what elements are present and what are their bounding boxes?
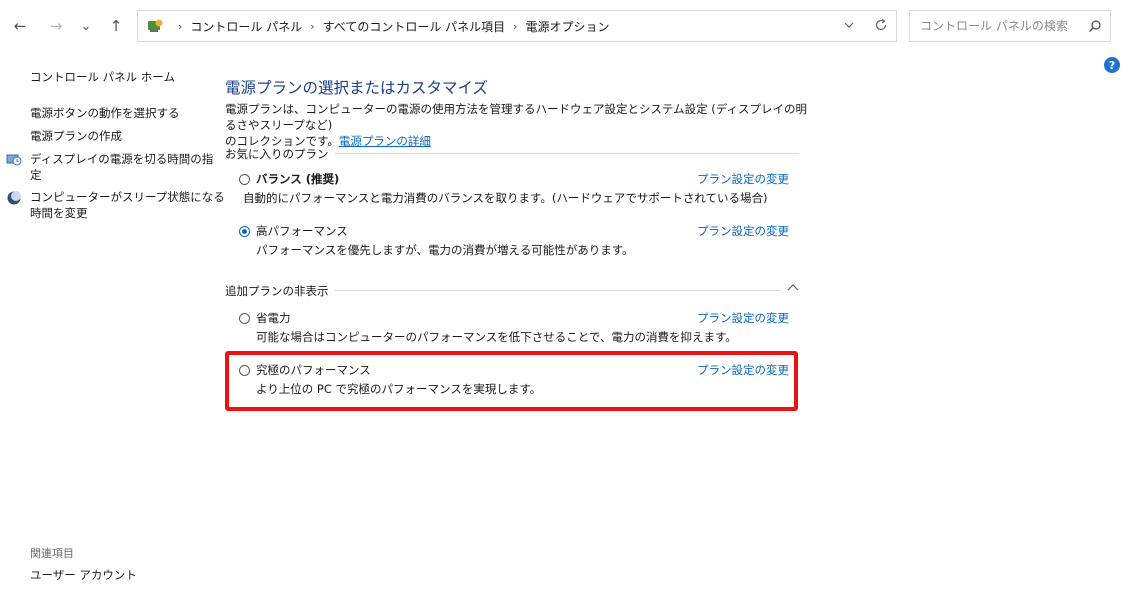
sidebar-create-plan-link[interactable]: 電源プランの作成 [30,128,122,144]
breadcrumb-control-panel[interactable]: コントロール パネル [190,18,302,35]
sidebar-sleep-link[interactable]: コンピューターがスリープ状態になる 時間を変更 [30,189,225,221]
breadcrumb-separator: › [310,19,315,33]
plan-ultimate-performance-name: 究極のパフォーマンス [256,363,371,377]
search-input[interactable] [918,18,1082,34]
plan-balanced-name: バランス (推奨) [256,172,340,186]
related-items-title: 関連項目 [30,547,74,560]
moon-sleep-icon [6,190,22,206]
plan-power-saver-desc: 可能な場合はコンピューターのパフォーマンスを低下させることで、電力の消費を抑えま… [256,330,737,344]
control-panel-icon [146,17,164,35]
refresh-icon[interactable] [874,18,888,35]
sidebar-display-off-link[interactable]: ディスプレイの電源を切る時間の指 定 [30,151,213,183]
breadcrumb-separator: › [178,19,183,33]
plan-power-saver-change-link[interactable]: プラン設定の変更 [697,310,789,326]
power-plan-details-link[interactable]: 電源プランの詳細 [339,134,431,148]
chevron-up-icon[interactable] [787,283,799,296]
breadcrumb: › コントロール パネル › すべてのコントロール パネル項目 › 電源オプショ… [172,18,610,35]
sidebar-choose-power-button-link[interactable]: 電源ボタンの動作を選択する [30,105,180,121]
recent-locations-button[interactable]: ⌄ [74,14,98,38]
plan-power-saver-radio[interactable] [239,313,250,324]
address-dropdown-icon[interactable] [844,20,854,33]
help-icon[interactable]: ? [1104,57,1120,73]
plan-balanced-change-link[interactable]: プラン設定の変更 [697,171,789,187]
sidebar-display-off-line1: ディスプレイの電源を切る時間の指 [30,152,214,166]
plan-high-performance-name: 高パフォーマンス [256,224,348,238]
page-title: 電源プランの選択またはカスタマイズ [225,79,489,97]
plan-ultimate-performance-desc: より上位の PC で究極のパフォーマンスを実現します。 [256,382,542,396]
hidden-plans-label[interactable]: 追加プランの非表示 [225,283,335,299]
search-box[interactable] [909,10,1111,42]
plan-high-performance-change-link[interactable]: プラン設定の変更 [697,223,789,239]
favorites-label: お気に入りのプラン [225,146,335,162]
user-accounts-link[interactable]: ユーザー アカウント [30,567,137,583]
sidebar-home-link[interactable]: コントロール パネル ホーム [30,69,175,85]
sidebar-sleep-line2: 時間を変更 [30,206,88,220]
breadcrumb-power-options[interactable]: 電源オプション [526,18,610,35]
plan-balanced-desc: 自動的にパフォーマンスと電力消費のバランスを取ります。(ハードウェアでサポートさ… [243,191,768,205]
page-description: 電源プランは、コンピューターの電源の使用方法を管理するハードウェア設定とシステム… [225,101,815,149]
up-button[interactable]: ↑ [104,14,128,38]
plan-high-performance-desc: パフォーマンスを優先しますが、電力の消費が増える可能性があります。 [256,243,634,257]
address-bar[interactable]: › コントロール パネル › すべてのコントロール パネル項目 › 電源オプショ… [137,10,897,42]
breadcrumb-separator: › [513,19,518,33]
plan-ultimate-performance-change-link[interactable]: プラン設定の変更 [697,362,789,378]
breadcrumb-all-items[interactable]: すべてのコントロール パネル項目 [323,18,506,35]
forward-button[interactable]: → [44,14,68,38]
search-icon[interactable] [1088,19,1102,36]
plan-high-performance-radio[interactable] [239,226,250,237]
sidebar-sleep-line1: コンピューターがスリープ状態になる [30,190,225,204]
plan-balanced-radio[interactable] [239,174,250,185]
plan-power-saver-name: 省電力 [256,311,291,325]
sidebar-display-off-line2: 定 [30,168,42,182]
plan-ultimate-performance-radio[interactable] [239,365,250,376]
description-line1: 電源プランは、コンピューターの電源の使用方法を管理するハードウェア設定とシステム… [225,102,807,132]
back-button[interactable]: ← [8,14,32,38]
display-clock-icon [6,152,22,168]
